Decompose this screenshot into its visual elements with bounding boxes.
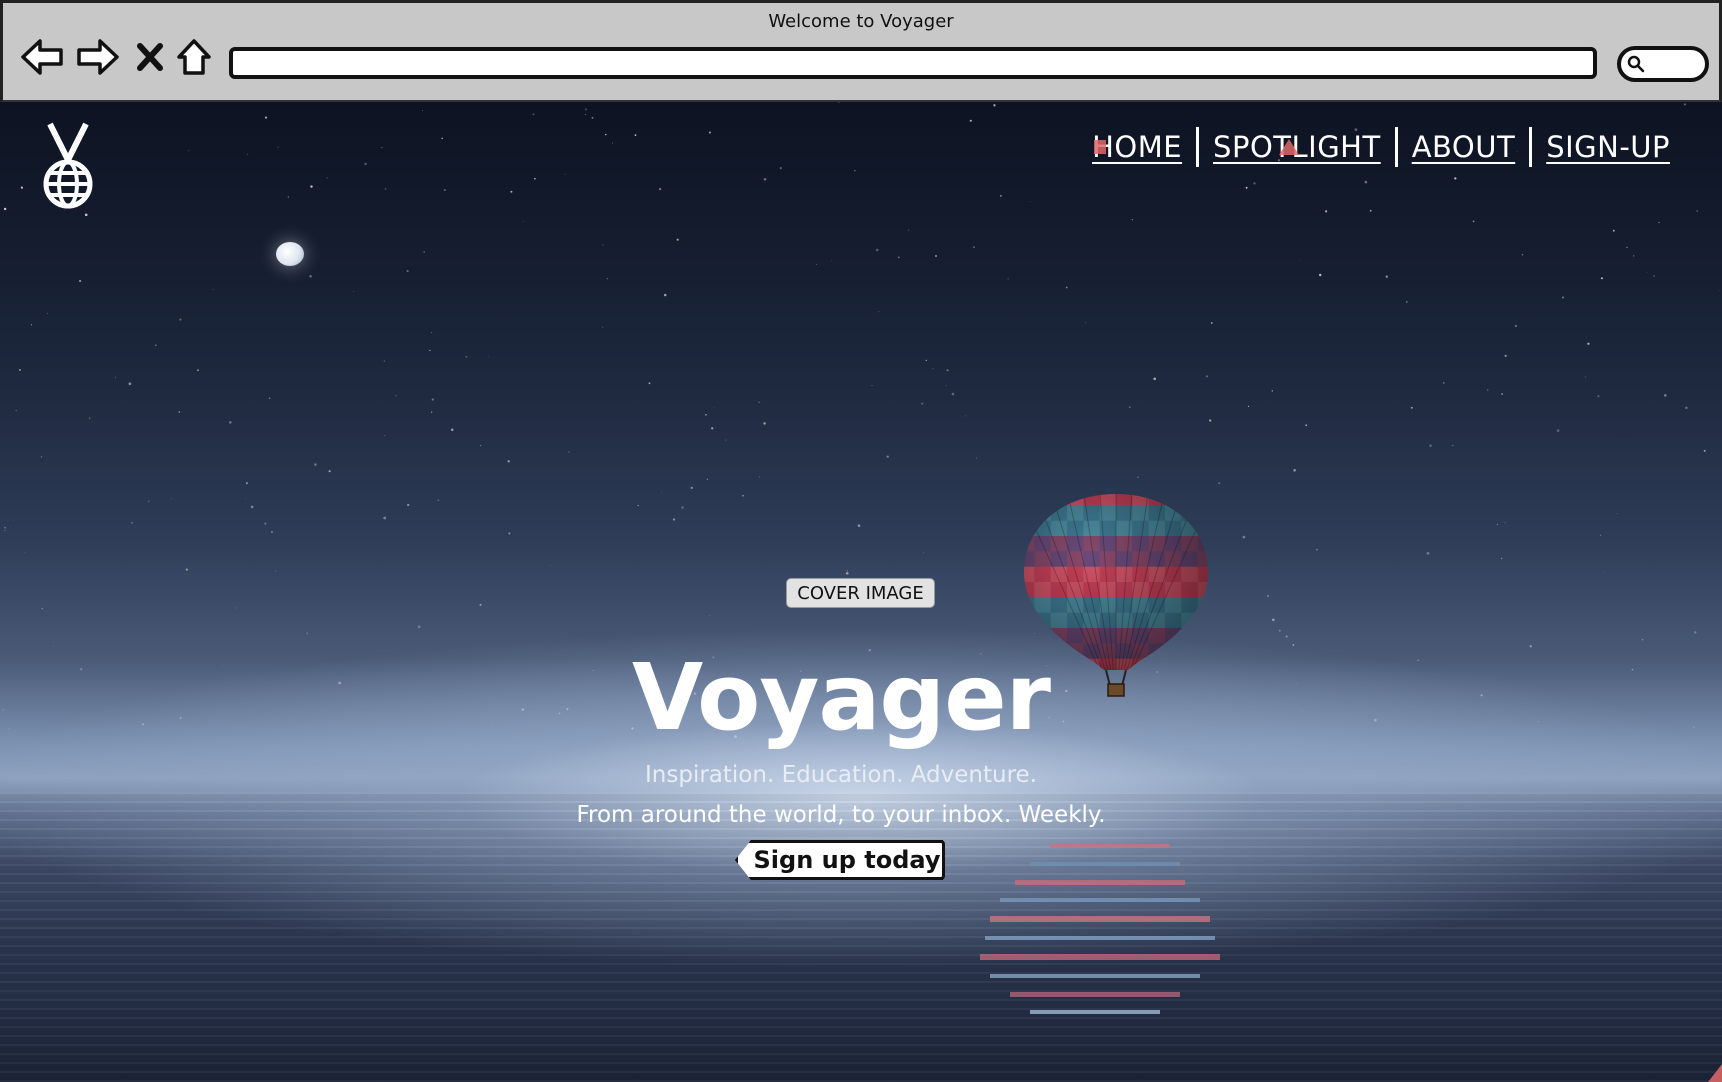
nav-divider bbox=[1196, 127, 1200, 167]
home-icon bbox=[177, 39, 211, 75]
hero-subtitle: From around the world, to your inbox. We… bbox=[576, 802, 1106, 828]
annotation-marker bbox=[1094, 140, 1106, 154]
nav-about-link[interactable]: ABOUT bbox=[1402, 130, 1526, 164]
hero-title: Voyager bbox=[631, 644, 1051, 751]
balloon-reflection bbox=[980, 844, 1220, 1014]
home-button[interactable] bbox=[171, 33, 217, 81]
nav-divider bbox=[1529, 127, 1533, 167]
corner-marker-icon bbox=[1708, 1064, 1722, 1082]
window-title: Welcome to Voyager bbox=[768, 11, 954, 32]
search-button[interactable] bbox=[1617, 46, 1709, 82]
back-arrow-icon bbox=[21, 39, 63, 75]
warning-triangle-icon bbox=[1279, 139, 1299, 155]
nav-divider bbox=[1394, 127, 1398, 167]
signup-cta-button[interactable]: Sign up today bbox=[735, 840, 945, 880]
forward-button[interactable] bbox=[75, 33, 121, 81]
cover-image-label: COVER IMAGE bbox=[786, 578, 935, 608]
hero-tagline: Inspiration. Education. Adventure. bbox=[645, 762, 1037, 788]
back-button[interactable] bbox=[19, 33, 65, 81]
moon bbox=[276, 242, 304, 266]
close-icon bbox=[137, 43, 163, 71]
hero-section: HOME SPOTLIGHT ABOUT SIGN-UP COVER IMAGE… bbox=[0, 102, 1722, 1082]
main-navigation: HOME SPOTLIGHT ABOUT SIGN-UP bbox=[1082, 124, 1680, 170]
water-surface bbox=[0, 792, 1722, 1082]
address-bar[interactable] bbox=[229, 47, 1597, 79]
search-icon bbox=[1627, 55, 1645, 73]
voyager-globe-logo-icon[interactable] bbox=[40, 120, 96, 210]
browser-chrome: Welcome to Voyager bbox=[0, 0, 1722, 102]
nav-signup-link[interactable]: SIGN-UP bbox=[1536, 130, 1680, 164]
stop-button[interactable] bbox=[127, 33, 173, 81]
forward-arrow-icon bbox=[77, 39, 119, 75]
